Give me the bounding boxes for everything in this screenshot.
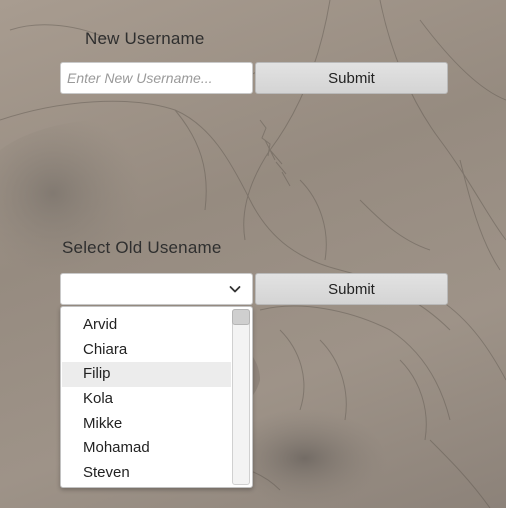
dropdown-scrollbar-track[interactable] (232, 309, 250, 485)
dropdown-options: Arvid Chiara Filip Kola Mikke Mohamad St… (62, 313, 231, 486)
dropdown-option-chiara[interactable]: Chiara (62, 338, 231, 363)
old-username-dropdown-list: Arvid Chiara Filip Kola Mikke Mohamad St… (60, 306, 253, 488)
old-username-submit-button[interactable]: Submit (255, 273, 448, 305)
old-username-select[interactable] (60, 273, 253, 305)
old-username-label: Select Old Usename (62, 238, 222, 257)
dropdown-scrollbar-thumb[interactable] (232, 309, 250, 325)
dropdown-option-mikke[interactable]: Mikke (62, 412, 231, 437)
chevron-down-icon (229, 286, 241, 293)
new-username-label: New Username (85, 29, 205, 48)
dropdown-option-arvid[interactable]: Arvid (62, 313, 231, 338)
dropdown-option-steven[interactable]: Steven (62, 461, 231, 486)
dropdown-option-mohamad[interactable]: Mohamad (62, 436, 231, 461)
dropdown-option-filip[interactable]: Filip (62, 362, 231, 388)
dropdown-option-kola[interactable]: Kola (62, 387, 231, 412)
new-username-input[interactable] (60, 62, 253, 94)
new-username-submit-button[interactable]: Submit (255, 62, 448, 94)
